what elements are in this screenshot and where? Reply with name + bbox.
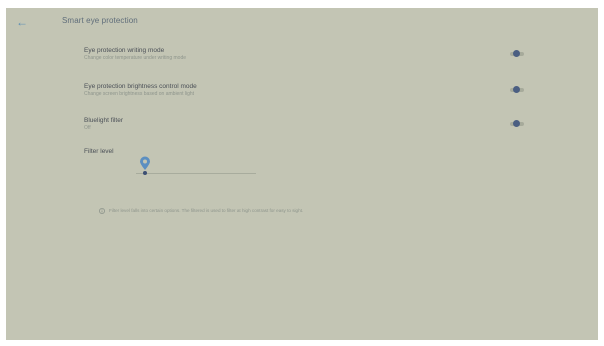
slider-value-pin-icon <box>140 156 150 170</box>
setting-title: Eye protection writing mode <box>84 47 165 54</box>
page-title: Smart eye protection <box>62 16 138 25</box>
settings-screen: ← Smart eye protection Eye protection wr… <box>6 8 598 340</box>
writing-mode-toggle[interactable] <box>510 50 524 58</box>
setting-eye-protection-brightness-mode[interactable]: Eye protection brightness control mode C… <box>84 82 524 98</box>
brightness-mode-toggle[interactable] <box>510 86 524 94</box>
back-arrow-icon[interactable]: ← <box>14 14 30 30</box>
slider-thumb[interactable] <box>143 171 147 175</box>
setting-eye-protection-writing-mode[interactable]: Eye protection writing mode Change color… <box>84 46 524 62</box>
bluelight-filter-toggle[interactable] <box>510 120 524 128</box>
slider-rail <box>136 173 256 174</box>
setting-description: Change color temperature under writing m… <box>84 55 186 61</box>
info-text: Filter level falls into certain options.… <box>109 208 304 213</box>
setting-title: Bluelight filter <box>84 117 124 124</box>
filter-level-label: Filter level <box>84 148 114 155</box>
toggle-knob <box>513 120 520 127</box>
setting-description: Off <box>84 125 91 131</box>
info-icon <box>99 208 105 214</box>
toggle-knob <box>513 86 520 93</box>
setting-description: Change screen brightness based on ambien… <box>84 91 195 97</box>
toggle-knob <box>513 50 520 57</box>
setting-bluelight-filter[interactable]: Bluelight filter Off <box>84 116 524 132</box>
setting-title: Eye protection brightness control mode <box>84 83 197 90</box>
filter-level-slider[interactable] <box>136 156 256 180</box>
top-bar: ← Smart eye protection <box>6 8 598 36</box>
